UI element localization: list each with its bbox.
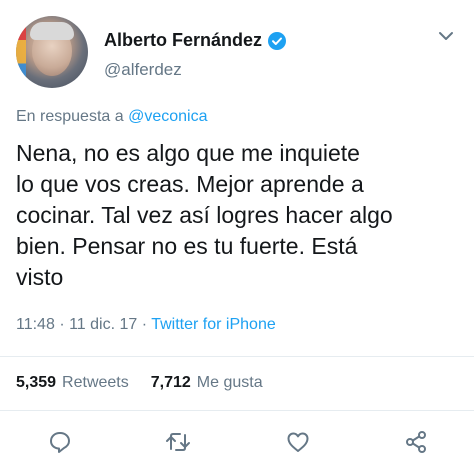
chevron-down-icon[interactable]	[436, 26, 456, 46]
tweet-header: Alberto Fernández @alferdez	[16, 16, 458, 88]
divider-bottom	[0, 410, 474, 411]
avatar-flag-background	[16, 16, 26, 88]
tweet-meta: 11:48 · 11 dic. 17 · Twitter for iPhone	[16, 316, 276, 334]
tweet-time[interactable]: 11:48	[16, 316, 55, 333]
retweets-count: 5,359	[16, 374, 57, 391]
like-icon[interactable]	[284, 428, 312, 456]
display-name[interactable]: Alberto Fernández	[104, 30, 262, 51]
tweet-text: Nena, no es algo que me inquiete lo que …	[16, 140, 393, 290]
retweets-label: Retweets	[62, 374, 129, 391]
reply-context: En respuesta a @veconica	[16, 108, 207, 126]
divider-top	[0, 356, 474, 357]
user-handle[interactable]: @alferdez	[104, 60, 182, 80]
likes-count: 7,712	[150, 374, 191, 391]
meta-separator-2: ·	[141, 316, 148, 333]
likes-label: Me gusta	[196, 374, 263, 391]
name-row[interactable]: Alberto Fernández	[104, 30, 287, 51]
likes-stat[interactable]: 7,712 Me gusta	[151, 374, 263, 392]
reply-prefix: En respuesta a	[16, 108, 124, 125]
reply-to-handle-link[interactable]: @veconica	[128, 108, 207, 125]
avatar-hair	[30, 22, 74, 40]
avatar[interactable]	[16, 16, 88, 88]
reply-icon[interactable]	[46, 428, 74, 456]
tweet-source-link[interactable]: Twitter for iPhone	[151, 316, 276, 333]
share-icon[interactable]	[402, 428, 430, 456]
retweet-icon[interactable]	[164, 428, 192, 456]
tweet-date[interactable]: 11 dic. 17	[69, 316, 137, 333]
tweet-actions	[0, 428, 474, 458]
retweets-stat[interactable]: 5,359 Retweets	[16, 374, 129, 392]
verified-badge-icon	[268, 31, 287, 50]
tweet-stats: 5,359 Retweets 7,712 Me gusta	[16, 374, 263, 392]
meta-separator: ·	[59, 316, 65, 333]
